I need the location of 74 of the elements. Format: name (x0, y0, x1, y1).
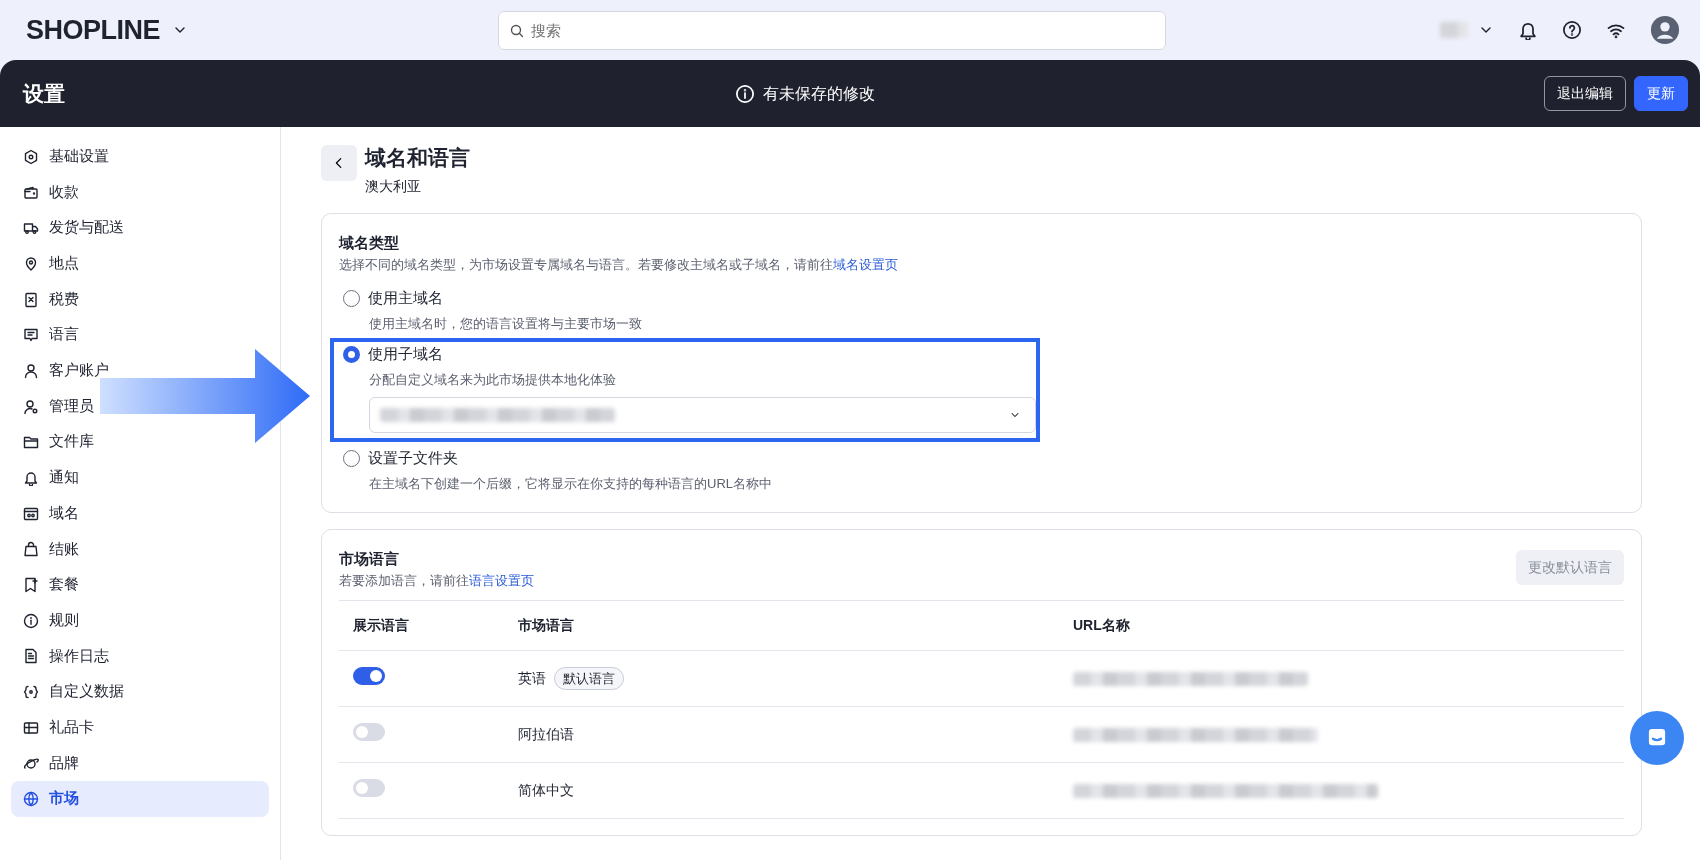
sidebar-item[interactable]: 语言 (11, 317, 269, 354)
sidebar-item[interactable]: 发货与配送 (11, 210, 269, 247)
sidebar-item[interactable]: 套餐 (11, 567, 269, 603)
braces-icon (23, 684, 39, 701)
section-description: 选择不同的域名类型，为市场设置专属域名与语言。若要修改主域名或子域名，请前往域名设置页 (339, 255, 899, 274)
radio-label: 使用子域名 (368, 344, 443, 365)
sidebar-item[interactable]: 自定义数据 (11, 674, 269, 710)
help-icon (1562, 20, 1582, 40)
person-icon (23, 362, 39, 379)
section-title: 域名类型 (339, 233, 400, 254)
page-title: 设置 (23, 80, 65, 107)
receipt-icon (23, 291, 39, 308)
bookmark-icon (23, 577, 39, 594)
sidebar-item[interactable]: 地点 (11, 246, 269, 282)
browser-icon (23, 505, 39, 522)
pin-icon (23, 255, 39, 272)
bell-icon (23, 470, 39, 487)
toggle-switch[interactable] (353, 778, 385, 797)
radio-button[interactable] (343, 289, 360, 307)
language-name: 简体中文 (518, 781, 574, 801)
sidebar-item[interactable]: 税费 (11, 281, 269, 318)
truck-icon (23, 220, 39, 237)
sidebar-item[interactable]: 市场 (11, 781, 269, 818)
radio-label: 设置子文件夹 (368, 448, 458, 469)
hexagon-icon (23, 148, 39, 165)
update-button[interactable]: 更新 (1634, 76, 1688, 111)
sidebar-item[interactable]: 礼品卡 (11, 710, 269, 746)
info-icon (23, 612, 39, 629)
sidebar-item[interactable]: 品牌 (11, 745, 269, 782)
default-language-badge: 默认语言 (554, 666, 624, 691)
chat-button[interactable] (1630, 711, 1684, 765)
avatar-icon (1650, 15, 1680, 45)
chat-icon (23, 327, 39, 344)
page-subtitle: 澳大利亚 (365, 177, 422, 197)
sidebar-item[interactable]: 结账 (11, 531, 269, 568)
search-field[interactable]: 搜索 (498, 10, 1167, 50)
column-header: 市场语言 (504, 600, 1059, 651)
radio-label: 使用主域名 (368, 288, 443, 309)
sidebar-item[interactable]: 基础设置 (11, 139, 269, 175)
person-gear-icon (23, 398, 39, 415)
globe-icon (23, 791, 39, 808)
page-heading: 域名和语言 (365, 145, 470, 171)
column-header: 展示语言 (339, 600, 504, 651)
unsaved-notice: 有未保存的修改 (762, 83, 875, 104)
bell-icon (1518, 20, 1538, 40)
wallet-icon (23, 184, 39, 201)
radio-button[interactable] (343, 449, 360, 467)
folder-icon (23, 434, 39, 451)
link[interactable]: 语言设置页 (469, 572, 534, 588)
exit-edit-button[interactable]: 退出编辑 (1544, 76, 1626, 111)
search-icon (509, 22, 526, 39)
toggle-switch[interactable] (353, 722, 385, 741)
document-icon (23, 648, 39, 665)
radio-button[interactable] (343, 345, 360, 363)
gift-card-icon (23, 719, 39, 736)
section-description: 若要添加语言，请前往语言设置页 (339, 571, 534, 590)
language-name: 阿拉伯语 (518, 725, 574, 745)
info-icon (734, 83, 755, 104)
bag-icon (23, 541, 39, 558)
sidebar-item[interactable]: 通知 (11, 460, 269, 496)
sidebar-item[interactable]: 域名 (11, 495, 269, 532)
language-name: 英语 (518, 669, 546, 689)
section-title: 市场语言 (339, 549, 400, 570)
column-header: URL名称 (1059, 600, 1624, 651)
logo[interactable]: SHOPLINE (26, 9, 161, 51)
sidebar-item[interactable]: 操作日志 (11, 638, 269, 675)
option-hint: 分配自定义域名来为此市场提供本地化体验 (368, 370, 617, 389)
option-hint: 在主域名下创建一个后缀，它将显示在你支持的每种语言的URL名称中 (368, 474, 773, 493)
option-hint: 使用主域名时，您的语言设置将与主要市场一致 (368, 314, 643, 333)
sidebar-item[interactable]: 规则 (11, 602, 269, 639)
toggle-switch[interactable] (353, 666, 385, 685)
sidebar-item[interactable]: 文件库 (11, 424, 269, 461)
link[interactable]: 域名设置页 (833, 256, 898, 272)
sidebar-item[interactable]: 收款 (11, 174, 269, 211)
